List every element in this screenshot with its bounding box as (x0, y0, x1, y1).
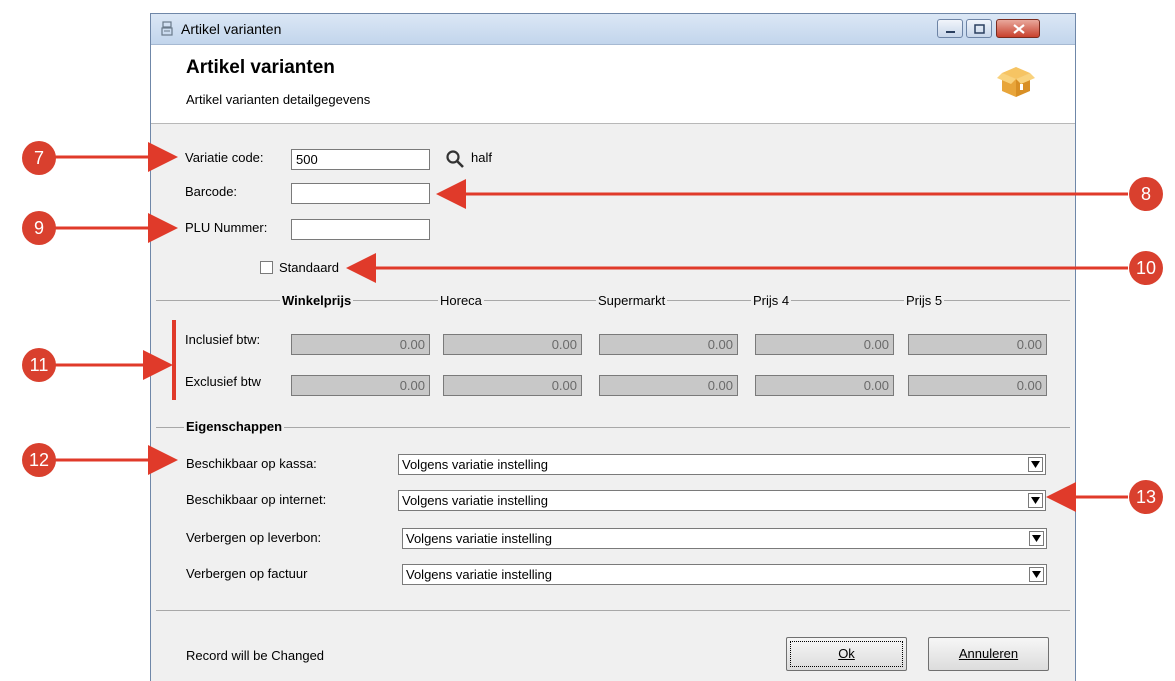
ok-button[interactable]: Ok (786, 637, 907, 671)
price-incl-prijs-4: 0.00 (755, 334, 894, 355)
factuur-label: Verbergen op factuur (186, 566, 308, 581)
annotation-bracket-11 (172, 320, 176, 400)
annotation-badge-12: 12 (22, 443, 56, 477)
kassa-label: Beschikbaar op kassa: (186, 456, 317, 471)
footer-separator (156, 610, 1070, 611)
chevron-down-icon[interactable] (1029, 567, 1044, 582)
internet-dropdown-value: Volgens variatie instelling (402, 493, 548, 508)
cancel-button[interactable]: Annuleren (928, 637, 1049, 671)
inclusief-btw-label: Inclusief btw: (185, 332, 261, 347)
kassa-dropdown-value: Volgens variatie instelling (402, 457, 548, 472)
annotation-badge-11: 11 (22, 348, 56, 382)
price-excl-horeca: 0.00 (443, 375, 582, 396)
kassa-dropdown[interactable]: Volgens variatie instelling (398, 454, 1046, 475)
price-column-prijs-4: Prijs 4 (751, 293, 792, 308)
package-icon (997, 67, 1035, 97)
internet-dropdown[interactable]: Volgens variatie instelling (398, 490, 1046, 511)
focus-ring (790, 641, 903, 667)
price-excl-prijs-5: 0.00 (908, 375, 1047, 396)
app-icon (161, 21, 173, 36)
price-incl-supermarkt: 0.00 (599, 334, 738, 355)
price-excl-winkelprijs: 0.00 (291, 375, 430, 396)
variatie-code-input[interactable]: 500 (291, 149, 430, 170)
price-excl-supermarkt: 0.00 (599, 375, 738, 396)
window-title: Artikel varianten (181, 21, 282, 37)
exclusief-btw-label: Exclusief btw (185, 374, 261, 389)
factuur-dropdown[interactable]: Volgens variatie instelling (402, 564, 1047, 585)
title-bar[interactable]: Artikel varianten (151, 14, 1075, 45)
annotation-badge-10: 10 (1129, 251, 1163, 285)
minimize-button[interactable] (937, 19, 963, 38)
annotation-badge-7: 7 (22, 141, 56, 175)
annotation-badge-13: 13 (1129, 480, 1163, 514)
internet-label: Beschikbaar op internet: (186, 492, 327, 507)
leverbon-dropdown[interactable]: Volgens variatie instelling (402, 528, 1047, 549)
leverbon-label: Verbergen op leverbon: (186, 530, 322, 545)
variatie-lookup-text: half (471, 150, 492, 165)
factuur-dropdown-value: Volgens variatie instelling (406, 567, 552, 582)
search-icon[interactable] (445, 149, 465, 169)
dialog-window: Artikel varianten Artikel varianten Arti… (150, 13, 1076, 681)
close-button[interactable] (996, 19, 1040, 38)
chevron-down-icon[interactable] (1028, 493, 1043, 508)
price-incl-horeca: 0.00 (443, 334, 582, 355)
eigenschappen-label: Eigenschappen (184, 419, 285, 434)
chevron-down-icon[interactable] (1029, 531, 1044, 546)
plu-label: PLU Nummer: (185, 220, 268, 235)
price-excl-prijs-4: 0.00 (755, 375, 894, 396)
dialog-header: Artikel varianten Artikel varianten deta… (151, 45, 1075, 124)
annotation-badge-9: 9 (22, 211, 56, 245)
price-incl-prijs-5: 0.00 (908, 334, 1047, 355)
barcode-label: Barcode: (185, 184, 238, 199)
annotation-badge-8: 8 (1129, 177, 1163, 211)
leverbon-dropdown-value: Volgens variatie instelling (406, 531, 552, 546)
status-text: Record will be Changed (186, 648, 325, 663)
standaard-checkbox[interactable] (260, 261, 273, 274)
price-column-supermarkt: Supermarkt (596, 293, 668, 308)
chevron-down-icon[interactable] (1028, 457, 1043, 472)
price-incl-winkelprijs: 0.00 (291, 334, 430, 355)
eigenschappen-separator (156, 427, 1070, 428)
plu-input[interactable] (291, 219, 430, 240)
variatie-code-label: Variatie code: (185, 150, 264, 165)
price-column-winkelprijs: Winkelprijs (280, 293, 354, 308)
maximize-button[interactable] (966, 19, 992, 38)
barcode-input[interactable] (291, 183, 430, 204)
cancel-button-label: Annuleren (958, 646, 1019, 661)
standaard-label: Standaard (279, 260, 339, 275)
header-title: Artikel varianten (186, 57, 335, 78)
price-column-prijs-5: Prijs 5 (904, 293, 945, 308)
header-subtitle: Artikel varianten detailgegevens (186, 92, 371, 107)
price-column-horeca: Horeca (438, 293, 484, 308)
